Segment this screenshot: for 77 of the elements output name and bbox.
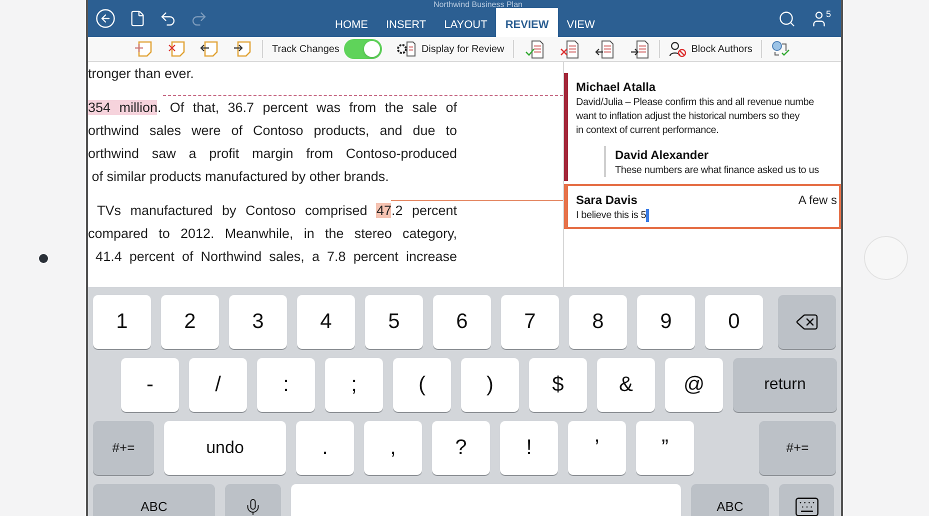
key[interactable]: $ — [529, 358, 587, 412]
reject-change-icon[interactable] — [560, 40, 580, 58]
key[interactable]: ? — [432, 421, 490, 475]
gear-document-icon — [396, 40, 416, 58]
comment-text: David/Julia – Please confirm this and all revenue numbe — [576, 96, 814, 110]
key[interactable]: 1 — [93, 295, 151, 349]
function-key[interactable]: ABC — [691, 484, 769, 516]
key[interactable]: 0 — [705, 295, 763, 349]
key[interactable]: , — [364, 421, 422, 475]
undo-key[interactable]: undo — [164, 421, 286, 475]
key[interactable]: ” — [636, 421, 694, 475]
document-text-line: 354 million. Of that, 36.7 percent was from the sale of — [88, 99, 457, 117]
block-authors-button[interactable]: Block Authors — [691, 42, 752, 56]
key[interactable]: / — [189, 358, 247, 412]
document-text-line: tronger than ever. — [88, 65, 195, 83]
function-key[interactable]: #+= — [759, 421, 836, 475]
text-cursor — [646, 209, 650, 222]
comment-text: I believe this is 5 — [576, 209, 646, 223]
key[interactable]: 3 — [229, 295, 287, 349]
key[interactable]: 5 — [365, 295, 423, 349]
new-comment-icon[interactable] — [134, 40, 154, 58]
document-text-line: 41.4 percent of Northwind sales, a 7.8 percent increase — [94, 248, 457, 266]
next-change-icon[interactable] — [630, 40, 650, 58]
camera-icon — [38, 254, 48, 262]
key[interactable]: ; — [325, 358, 383, 412]
display-for-review-button[interactable]: Display for Review — [421, 42, 504, 56]
collaborator-count: 5 — [826, 10, 831, 18]
accept-change-icon[interactable] — [525, 40, 546, 58]
key[interactable]: ! — [500, 421, 558, 475]
function-key[interactable]: #+= — [93, 421, 154, 475]
key[interactable]: 7 — [501, 295, 559, 349]
delete-comment-icon[interactable] — [167, 40, 187, 58]
key[interactable]: ( — [393, 358, 451, 412]
track-changes-label: Track Changes — [272, 42, 340, 56]
reply-text: These numbers are what finance asked us to us — [615, 164, 820, 177]
document-text-line: of similar products manufactured by other brands. — [90, 168, 390, 186]
function-key[interactable]: ABC — [93, 484, 215, 516]
key[interactable]: 8 — [569, 295, 627, 349]
document-title: Northwind Business Plan — [432, 0, 524, 9]
document-text-line: orthwind saw a profit margin from Contoso-produced — [88, 145, 457, 163]
ribbon-tab[interactable]: LAYOUT — [435, 8, 496, 37]
document-text-line: compared to 2012. Meanwhile, in the stereo category, — [88, 225, 457, 243]
reply-author: David Alexander — [615, 147, 710, 164]
comment-time: A few s — [798, 192, 837, 209]
search-icon[interactable] — [778, 10, 796, 28]
key[interactable]: @ — [665, 358, 723, 412]
ribbon-tab[interactable]: HOME — [326, 8, 377, 37]
document-text-line: orthwind sales were of Contoso products, and due to — [88, 122, 457, 140]
comment-text: want to inflation adjust the historical numbers so they — [576, 110, 801, 124]
comment-text: in context of current performance. — [576, 124, 720, 138]
document-text-line: TVs manufactured by Contoso comprised 47.2 percent — [96, 202, 457, 220]
previous-comment-icon[interactable] — [200, 40, 220, 58]
document-icon[interactable] — [129, 10, 146, 27]
comment-author: Sara Davis — [576, 192, 638, 209]
previous-change-icon[interactable] — [595, 40, 616, 58]
back-icon[interactable] — [95, 8, 116, 29]
key[interactable]: . — [296, 421, 354, 475]
backspace-key[interactable] — [778, 295, 836, 349]
function-key[interactable]: return — [733, 358, 837, 412]
key[interactable]: 9 — [637, 295, 695, 349]
next-comment-icon[interactable] — [233, 40, 253, 58]
key[interactable]: - — [121, 358, 179, 412]
comment-author: Michael Atalla — [576, 79, 656, 96]
key[interactable]: : — [257, 358, 315, 412]
undo-icon[interactable] — [159, 10, 177, 28]
key[interactable]: ) — [461, 358, 519, 412]
key[interactable]: 4 — [297, 295, 355, 349]
ribbon-tab[interactable]: REVIEW — [496, 8, 558, 37]
track-changes-toggle[interactable] — [344, 39, 382, 59]
blocked-person-icon — [669, 40, 688, 58]
key[interactable]: ’ — [568, 421, 626, 475]
sync-check-icon[interactable] — [771, 40, 792, 58]
key[interactable]: 6 — [433, 295, 491, 349]
key[interactable]: 2 — [161, 295, 219, 349]
ribbon-tab[interactable]: VIEW — [558, 8, 604, 37]
key[interactable]: & — [597, 358, 655, 412]
ribbon-tab[interactable]: INSERT — [377, 8, 436, 37]
